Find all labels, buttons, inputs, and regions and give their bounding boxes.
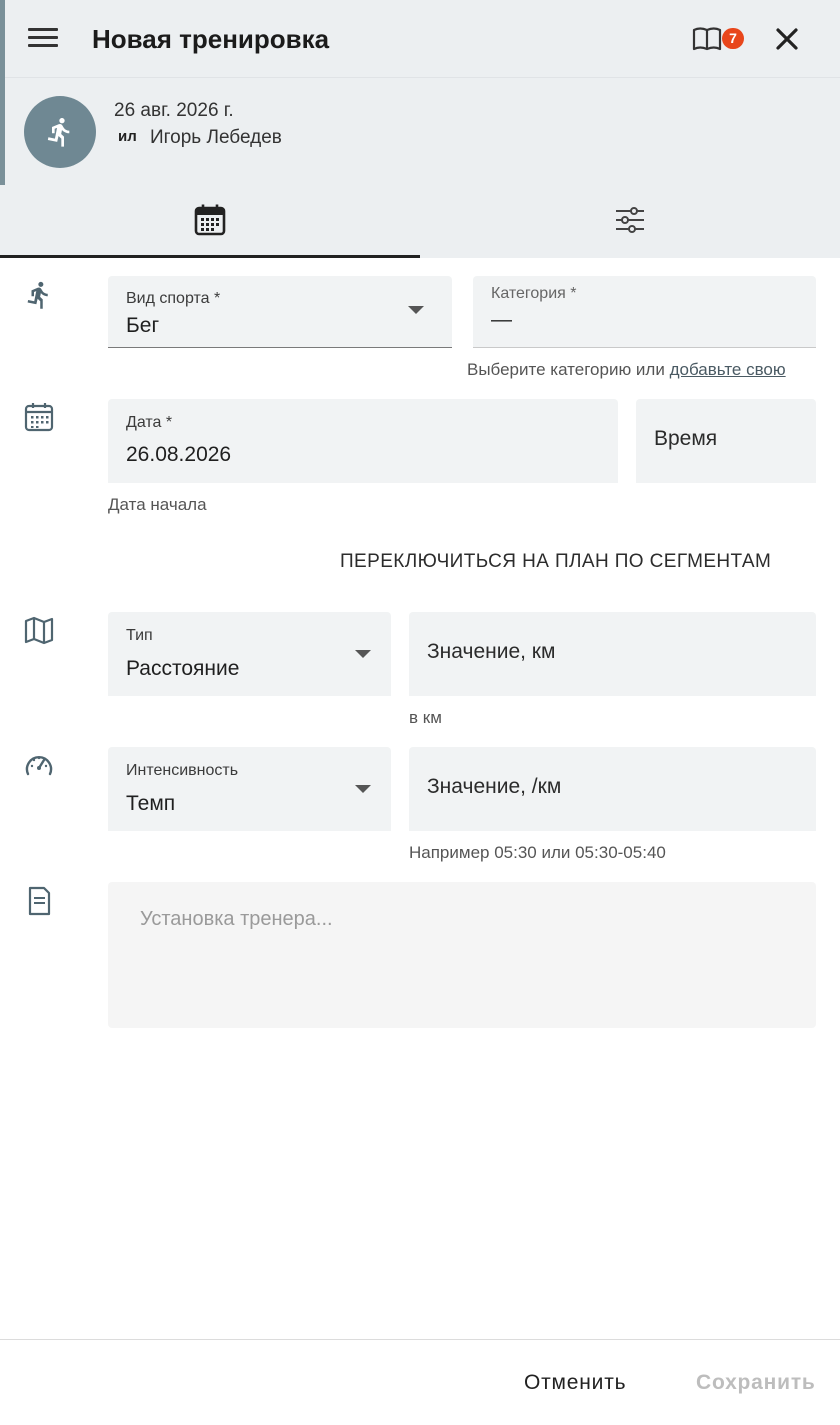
sport-select[interactable]: Вид спорта * Бег [108,276,452,348]
distance-field[interactable]: Значение, км [409,612,816,696]
left-accent-bar [0,0,5,185]
category-helper: Выберите категорию или добавьте свою [467,360,786,380]
date-label: Дата * [126,414,173,431]
tab-settings[interactable] [420,185,840,258]
close-icon[interactable] [772,24,802,54]
map-icon [24,615,54,650]
date-field[interactable]: Дата * 26.08.2026 [108,399,618,483]
dialog-footer: Отменить Сохранить [0,1339,840,1425]
type-select[interactable]: Тип Расстояние [108,612,391,696]
date-value: 26.08.2026 [126,443,232,466]
add-category-link[interactable]: добавьте свою [670,360,786,379]
intensity-label: Интенсивность [126,762,239,779]
dialog-header: Новая тренировка 7 [0,0,840,78]
chevron-down-icon [408,306,424,314]
sport-value: Бег [126,314,160,337]
calendar-icon [194,204,226,236]
type-label: Тип [126,627,153,644]
category-label: Категория * [491,285,577,302]
tab-calendar[interactable] [0,185,420,258]
distance-helper: в км [409,708,442,727]
tab-bar [0,185,840,258]
category-helper-text: Выберите категорию или [467,360,665,379]
coach-notes-input[interactable] [108,882,816,1028]
menu-icon[interactable] [28,26,58,50]
athlete-initials: ил [118,128,137,145]
intensity-value: Темп [126,792,176,815]
category-value: — [491,308,512,331]
pace-helper: Например 05:30 или 05:30-05:40 [409,843,666,862]
category-field[interactable]: Категория * — [473,276,816,348]
save-button[interactable]: Сохранить [696,1371,816,1395]
sport-label: Вид спорта * [126,290,221,307]
type-value: Расстояние [126,657,240,680]
pace-placeholder: Значение, /км [427,775,562,798]
avatar [24,96,96,168]
athlete-info: 26 авг. 2026 г. ил Игорь Лебедев [0,78,840,185]
runner-icon [47,117,70,147]
page-title: Новая тренировка [92,24,330,54]
athlete-name: Игорь Лебедев [150,127,282,148]
chevron-down-icon [355,785,371,793]
speedometer-icon [24,751,54,784]
new-workout-dialog: Новая тренировка 7 26 авг. 2026 г. ил Иг… [0,0,840,1425]
running-icon [24,280,54,315]
calendar-icon [24,402,54,437]
time-placeholder: Время [654,427,718,450]
chevron-down-icon [355,650,371,658]
time-field[interactable]: Время [636,399,816,483]
distance-placeholder: Значение, км [427,640,556,663]
workout-date: 26 авг. 2026 г. [114,100,234,121]
cancel-button[interactable]: Отменить [524,1371,626,1395]
note-icon [24,886,54,921]
notification-badge: 7 [722,28,744,49]
sliders-icon [616,207,644,233]
book-icon[interactable] [692,26,722,52]
date-helper: Дата начала [108,495,207,514]
pace-field[interactable]: Значение, /км [409,747,816,831]
intensity-select[interactable]: Интенсивность Темп [108,747,391,831]
switch-to-segments-button[interactable]: ПЕРЕКЛЮЧИТЬСЯ НА ПЛАН ПО СЕГМЕНТАМ [340,551,771,573]
